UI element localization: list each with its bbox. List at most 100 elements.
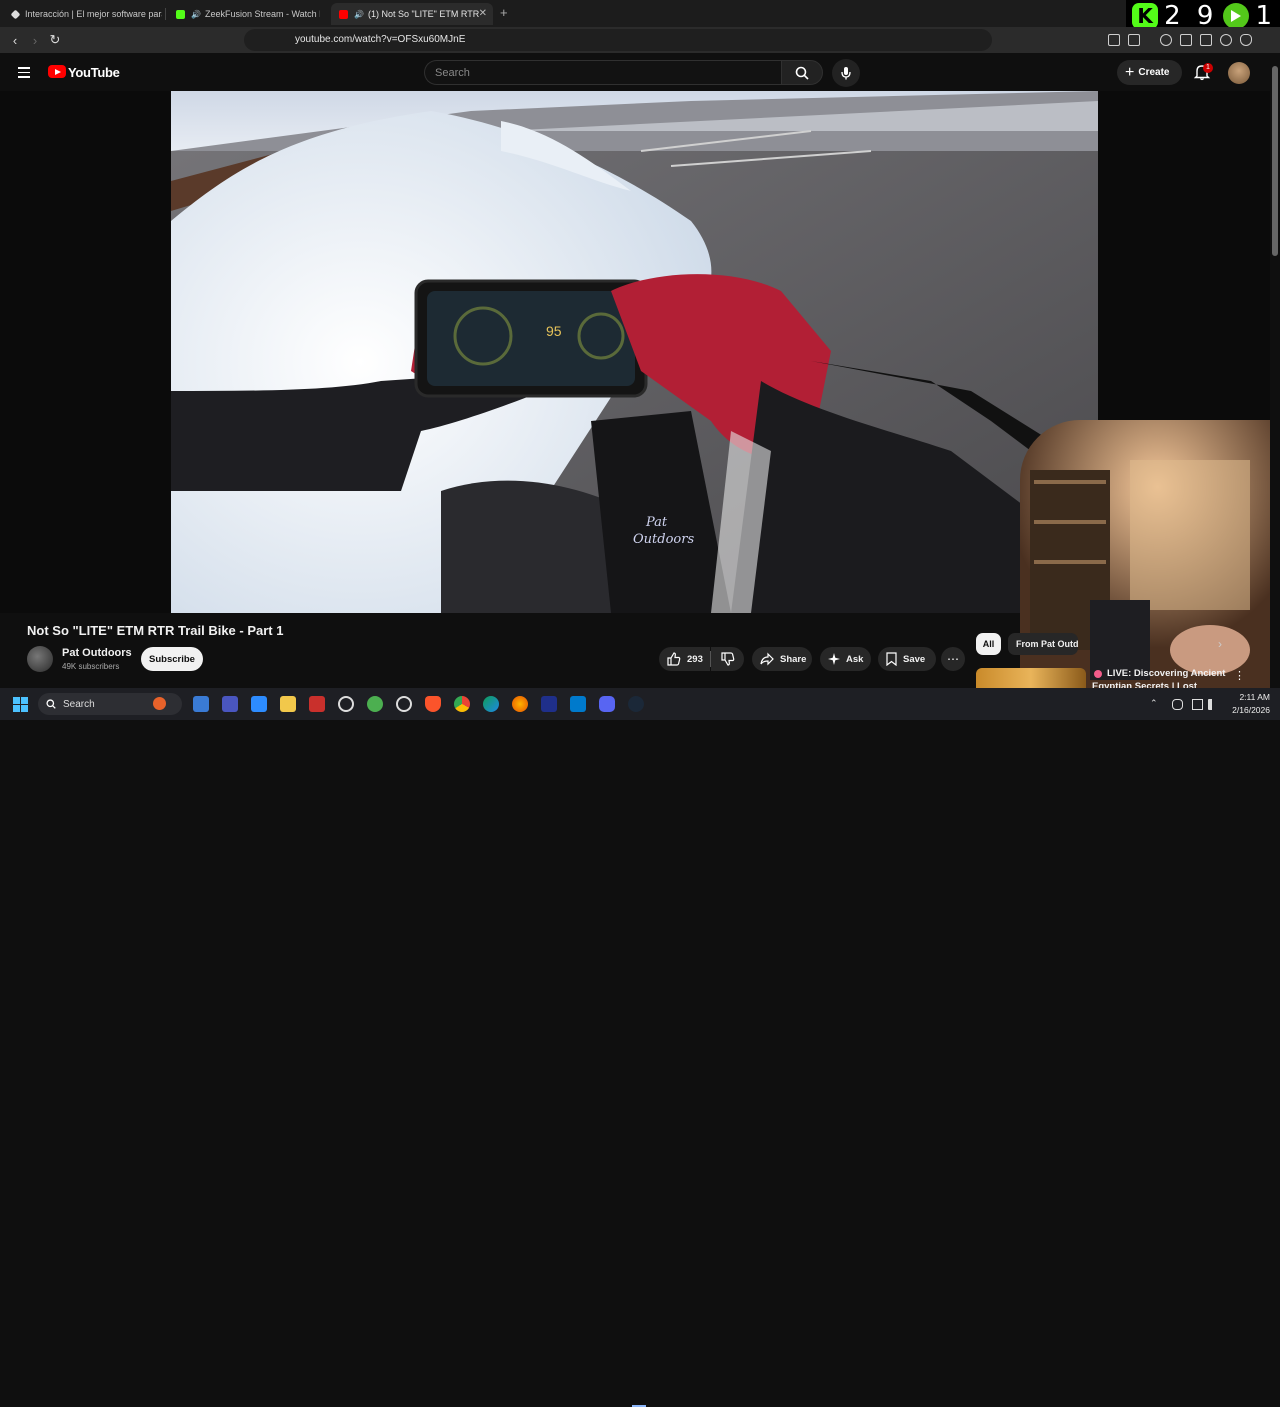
voice-search-button[interactable] <box>832 59 860 87</box>
rdp-app-icon[interactable] <box>251 696 267 712</box>
new-tab-button[interactable]: + <box>500 5 508 20</box>
more-actions-button[interactable]: ⋯ <box>941 647 965 671</box>
kick-logo-icon: K <box>1132 3 1159 29</box>
brave-browser-icon[interactable] <box>425 696 441 712</box>
forward-icon[interactable]: › <box>27 32 43 48</box>
hamburger-menu-icon[interactable] <box>18 67 30 78</box>
media-icon[interactable] <box>1160 34 1172 46</box>
news-app-icon[interactable] <box>309 696 325 712</box>
thumbs-up-icon <box>667 652 681 666</box>
like-button[interactable]: 293 <box>659 647 710 671</box>
file-explorer-icon[interactable] <box>280 696 296 712</box>
ask-label: Ask <box>846 653 864 665</box>
search-icon <box>795 66 809 80</box>
recommended-more-icon[interactable]: ⋮ <box>1234 669 1245 682</box>
speaker-icon: 🔊 <box>354 9 364 19</box>
extensions-icon[interactable] <box>1108 34 1120 46</box>
tray-overflow-icon[interactable]: ⌃ <box>1150 698 1158 709</box>
sidebar-icon[interactable] <box>1180 34 1192 46</box>
search-button[interactable] <box>781 60 823 85</box>
tab-separator <box>165 8 166 20</box>
windows-taskbar: Search ⌃ <box>0 688 1280 1407</box>
wallet-card-icon[interactable] <box>1200 34 1212 46</box>
youtube-logo-icon[interactable] <box>48 65 66 78</box>
arduino-icon[interactable] <box>541 696 557 712</box>
youtube-header: YouTube + Create <box>0 53 1280 91</box>
microphone-icon <box>841 67 851 80</box>
basketball-icon <box>153 697 166 710</box>
play-logo-icon <box>1223 3 1250 29</box>
video-player[interactable]: 95 Pat Outdoors <box>171 91 1098 613</box>
chip-all[interactable]: All <box>976 633 1001 655</box>
url-text: youtube.com/watch?v=OFSxu60MJnE <box>295 34 466 45</box>
clock-date[interactable]: 2/16/2026 <box>1224 705 1270 715</box>
speaker-icon: 🔊 <box>191 9 201 19</box>
channel-name[interactable]: Pat Outdoors <box>62 647 132 659</box>
browser-tab-zeekfusion[interactable]: 🔊 ZeekFusion Stream - Watch Live <box>168 3 320 25</box>
overlay-logo-line1: Pat <box>645 515 668 530</box>
discord-icon[interactable] <box>599 696 615 712</box>
volume-tray-icon[interactable] <box>1208 699 1219 710</box>
account-avatar[interactable] <box>1228 62 1250 84</box>
live-indicator-icon <box>1094 670 1102 678</box>
wallet-icon[interactable] <box>1128 34 1140 46</box>
dislike-button[interactable] <box>711 647 744 671</box>
taskbar-search[interactable]: Search <box>38 693 182 715</box>
taskbar-search-label: Search <box>63 698 95 710</box>
chrome-icon[interactable] <box>454 696 470 712</box>
close-tab-icon[interactable]: ✕ <box>479 8 487 19</box>
recommended-title-line2[interactable]: Egyptian Secrets | Lost <box>1092 681 1197 688</box>
recommended-title[interactable]: LIVE: Discovering Ancient <box>1107 668 1225 679</box>
recommended-thumbnail[interactable] <box>976 668 1086 688</box>
windows-start-icon[interactable] <box>13 697 28 712</box>
remote-app-icon[interactable] <box>222 696 238 712</box>
like-count: 293 <box>687 653 703 665</box>
firefox-icon[interactable] <box>512 696 528 712</box>
vpn-shield-icon[interactable] <box>1240 34 1252 46</box>
reload-icon[interactable]: ↻ <box>47 32 63 48</box>
obs-icon[interactable] <box>396 696 412 712</box>
search-icon <box>46 699 56 709</box>
clock-time[interactable]: 2:11 AM <box>1230 692 1270 702</box>
back-icon[interactable]: ‹ <box>7 32 23 48</box>
vscode-icon[interactable] <box>570 696 586 712</box>
edge-icon[interactable] <box>483 696 499 712</box>
shield-app-icon[interactable] <box>367 696 383 712</box>
chip-from-channel[interactable]: From Pat Outdoors <box>1008 633 1078 655</box>
ask-button[interactable]: Ask <box>820 647 871 671</box>
sparkle-icon <box>828 653 840 665</box>
plus-icon: + <box>1125 63 1135 81</box>
network-tray-icon[interactable] <box>1192 699 1203 710</box>
steam-icon[interactable] <box>628 696 644 712</box>
save-label: Save <box>903 653 926 665</box>
bookmark-icon <box>886 652 897 666</box>
notification-badge: 1 <box>1203 63 1213 73</box>
video-title: Not So "LITE" ETM RTR Trail Bike - Part … <box>27 623 284 638</box>
subscribe-button[interactable]: Subscribe <box>141 647 203 671</box>
tab-title: (1) Not So "LITE" ETM RTR Trai <box>367 9 480 19</box>
chevron-right-icon[interactable]: › <box>1218 637 1222 651</box>
kick-favicon-icon <box>176 9 185 19</box>
tab-title: ZeekFusion Stream - Watch Live <box>204 9 320 19</box>
overlay-logo-line2: Outdoors <box>633 532 694 547</box>
channel-avatar[interactable] <box>27 646 53 672</box>
more-dots-icon: ⋯ <box>947 652 959 666</box>
video-frame: 95 Pat Outdoors <box>171 91 1098 613</box>
subscriber-count: 49K subscribers <box>62 662 120 671</box>
microphone-tray-icon[interactable] <box>1172 699 1183 710</box>
share-label: Share <box>780 653 807 665</box>
youtube-brand[interactable]: YouTube <box>68 65 120 80</box>
diamond-favicon-icon <box>10 9 21 19</box>
save-button[interactable]: Save <box>878 647 936 671</box>
browser-tab-youtube[interactable]: 🔊 (1) Not So "LITE" ETM RTR Trai ✕ <box>331 3 493 25</box>
network-app-icon[interactable] <box>193 696 209 712</box>
leo-ai-icon[interactable] <box>1220 34 1232 46</box>
share-button[interactable]: Share <box>752 647 812 671</box>
overlay-speed: 95 <box>546 323 562 339</box>
thumbs-down-icon <box>721 652 735 666</box>
search-input[interactable] <box>424 60 782 85</box>
create-button[interactable]: + Create <box>1117 60 1182 85</box>
sync-app-icon[interactable] <box>338 696 354 712</box>
scrollbar-thumb[interactable] <box>1272 66 1278 256</box>
browser-tab-interaccion[interactable]: Interacción | El mejor software para p <box>4 3 162 25</box>
